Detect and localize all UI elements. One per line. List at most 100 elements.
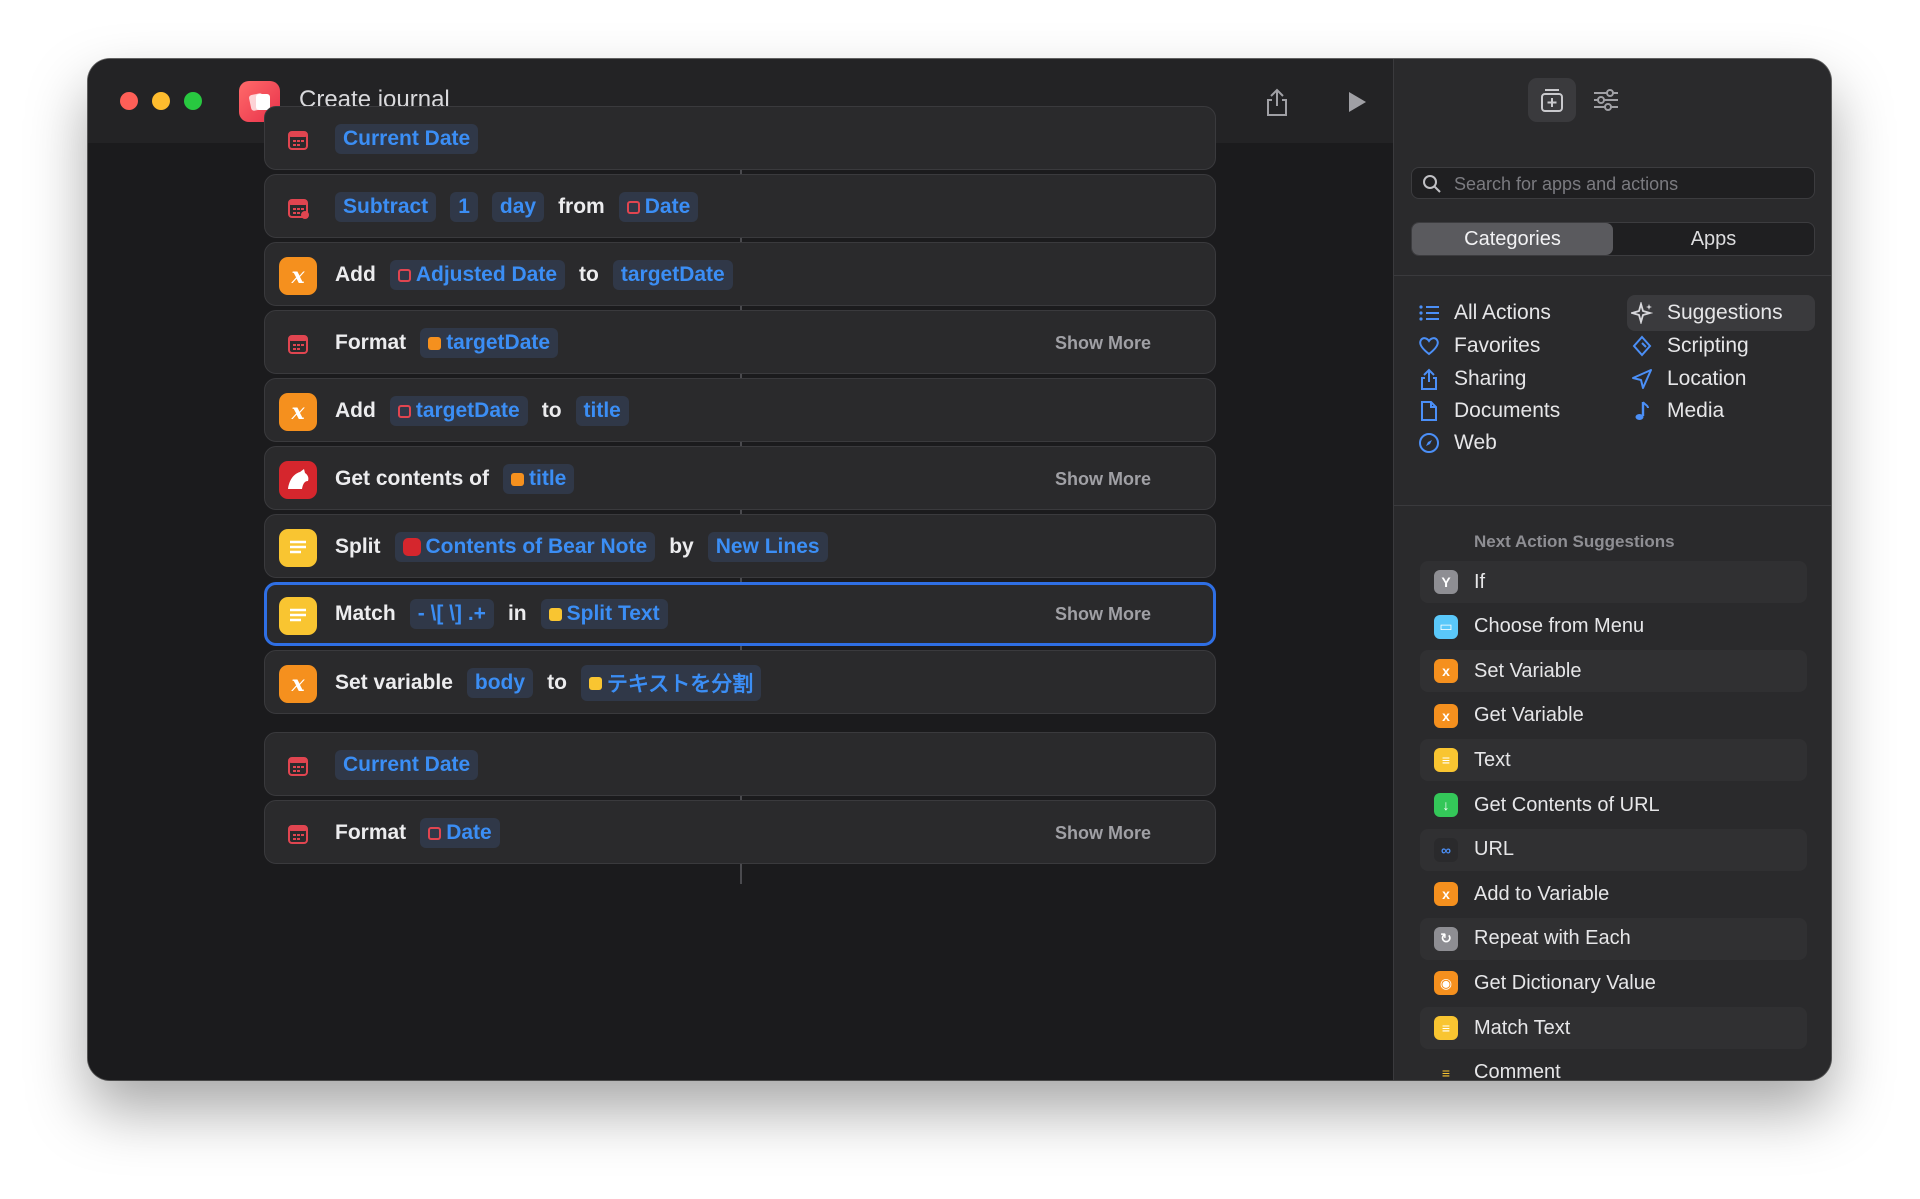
suggestion-set-variable[interactable]: x Set Variable: [1420, 650, 1807, 693]
share-icon: [1414, 368, 1444, 390]
suggestion-add-to-variable[interactable]: x Add to Variable: [1420, 873, 1807, 915]
action-card[interactable]: Match - \[ \] .+ in Split Text Show More: [264, 582, 1216, 646]
action-parameter[interactable]: Current Date: [335, 124, 479, 154]
share-button[interactable]: [1258, 83, 1296, 121]
suggestion-get-variable[interactable]: x Get Variable: [1420, 695, 1807, 737]
divider: [1394, 505, 1831, 506]
suggestion-choose-from-menu[interactable]: ▭ Choose from Menu: [1420, 606, 1807, 648]
action-keyword: in: [508, 602, 527, 626]
action-card[interactable]: x Set variable body to テキストを分割: [264, 650, 1216, 714]
show-more-button[interactable]: Show More: [1055, 585, 1151, 643]
minimize-button[interactable]: [152, 92, 170, 110]
suggestion-get-dictionary-value[interactable]: ◉ Get Dictionary Value: [1420, 962, 1807, 1004]
segment-apps[interactable]: Apps: [1613, 223, 1814, 255]
action-card[interactable]: x Add Adjusted Date to targetDate: [264, 242, 1216, 306]
action-card[interactable]: Format targetDate Show More: [264, 310, 1216, 374]
suggestion-get-contents-of-url[interactable]: ↓ Get Contents of URL: [1420, 784, 1807, 826]
repeat-icon: ↻: [1434, 926, 1458, 951]
parameter-text: targetDate: [620, 263, 725, 286]
category-suggestions[interactable]: Suggestions: [1627, 295, 1815, 331]
zoom-button[interactable]: [184, 92, 202, 110]
variable-icon: x: [1434, 659, 1458, 684]
action-card[interactable]: Format Date Show More: [264, 800, 1216, 864]
share-icon: [1267, 88, 1287, 116]
library-button[interactable]: [1528, 78, 1576, 122]
action-parameter[interactable]: Subtract: [335, 192, 437, 222]
action-parameter[interactable]: New Lines: [707, 532, 828, 562]
divider: [1394, 275, 1831, 276]
category-favorites[interactable]: Favorites: [1414, 328, 1614, 364]
details-button[interactable]: [1582, 78, 1630, 122]
category-location[interactable]: Location: [1627, 361, 1815, 397]
action-parameter[interactable]: Adjusted Date: [389, 260, 566, 290]
suggestion-if[interactable]: Y If: [1420, 561, 1807, 603]
action-card[interactable]: x Add targetDate to title: [264, 378, 1216, 442]
category-sharing[interactable]: Sharing: [1414, 361, 1614, 397]
action-parameter[interactable]: title: [575, 396, 629, 426]
show-more-button[interactable]: Show More: [1055, 801, 1151, 865]
search-field[interactable]: [1411, 167, 1815, 200]
show-more-button[interactable]: Show More: [1055, 447, 1151, 511]
parameter-text: Date: [446, 821, 492, 844]
category-documents[interactable]: Documents: [1414, 393, 1614, 429]
suggestion-url[interactable]: ∞ URL: [1420, 828, 1807, 871]
calendar-icon: [626, 200, 640, 214]
action-content: Add targetDate to title: [335, 379, 643, 443]
suggestion-label: Add to Variable: [1474, 882, 1610, 905]
action-card[interactable]: Subtract 1 day from Date: [264, 174, 1216, 238]
text-icon: [588, 676, 602, 690]
action-parameter[interactable]: Contents of Bear Note: [394, 532, 656, 562]
category-web[interactable]: Web: [1414, 425, 1614, 461]
action-parameter[interactable]: Split Text: [540, 599, 668, 629]
play-icon: [1349, 92, 1366, 112]
action-parameter[interactable]: body: [466, 668, 534, 698]
category-label: Location: [1667, 367, 1747, 390]
search-input[interactable]: [1452, 168, 1806, 200]
category-all-actions[interactable]: All Actions: [1414, 295, 1614, 331]
text-icon: [548, 607, 562, 621]
parameter-text: Match: [335, 602, 396, 625]
suggestion-label: Get Contents of URL: [1474, 793, 1660, 816]
parameter-text: Get contents of: [335, 467, 490, 490]
parameter-text: Add: [335, 263, 376, 286]
action-parameter[interactable]: title: [503, 464, 575, 494]
calendar-icon: [279, 325, 317, 363]
action-parameter[interactable]: - \[ \] .+: [409, 599, 494, 629]
suggestion-match-text[interactable]: ≡ Match Text: [1420, 1007, 1807, 1049]
action-parameter[interactable]: 1: [450, 192, 478, 222]
parameter-text: to: [547, 671, 567, 694]
suggestion-label: Text: [1474, 748, 1511, 771]
action-parameter[interactable]: Date: [420, 818, 500, 848]
action-keyword: Format: [335, 821, 406, 845]
next-action-suggestions-title: Next Action Suggestions: [1474, 532, 1675, 551]
segment-categories[interactable]: Categories: [1412, 223, 1613, 255]
action-card[interactable]: Split Contents of Bear Note by New Lines: [264, 514, 1216, 578]
run-button[interactable]: [1338, 83, 1376, 121]
category-media[interactable]: Media: [1627, 393, 1815, 429]
action-parameter[interactable]: テキストを分割: [580, 665, 762, 701]
action-keyword: to: [542, 399, 562, 423]
category-scripting[interactable]: Scripting: [1627, 328, 1815, 364]
sliders-icon: [1594, 89, 1618, 111]
action-parameter[interactable]: Date: [618, 192, 699, 222]
action-parameter[interactable]: targetDate: [612, 260, 733, 290]
action-parameter[interactable]: day: [491, 192, 545, 222]
action-card[interactable]: Get contents of title Show More: [264, 446, 1216, 510]
action-card[interactable]: Current Date: [264, 106, 1216, 170]
suggestion-comment[interactable]: ≡ Comment: [1420, 1052, 1807, 1080]
action-keyword: Format: [335, 331, 406, 355]
close-button[interactable]: [120, 92, 138, 110]
suggestion-text[interactable]: ≡ Text: [1420, 739, 1807, 782]
action-parameter[interactable]: targetDate: [420, 328, 559, 358]
parameter-text: by: [669, 535, 694, 558]
parameter-text: - \[ \] .+: [417, 602, 486, 625]
show-more-button[interactable]: Show More: [1055, 311, 1151, 375]
suggestion-repeat-with-each[interactable]: ↻ Repeat with Each: [1420, 917, 1807, 960]
action-parameter[interactable]: targetDate: [389, 396, 528, 426]
action-content: Format targetDate: [335, 311, 572, 375]
action-keyword: Add: [335, 263, 376, 287]
parameter-text: Split: [335, 535, 381, 558]
action-card[interactable]: Current Date: [264, 732, 1216, 796]
parameter-text: Current Date: [343, 753, 471, 776]
action-parameter[interactable]: Current Date: [335, 750, 479, 780]
